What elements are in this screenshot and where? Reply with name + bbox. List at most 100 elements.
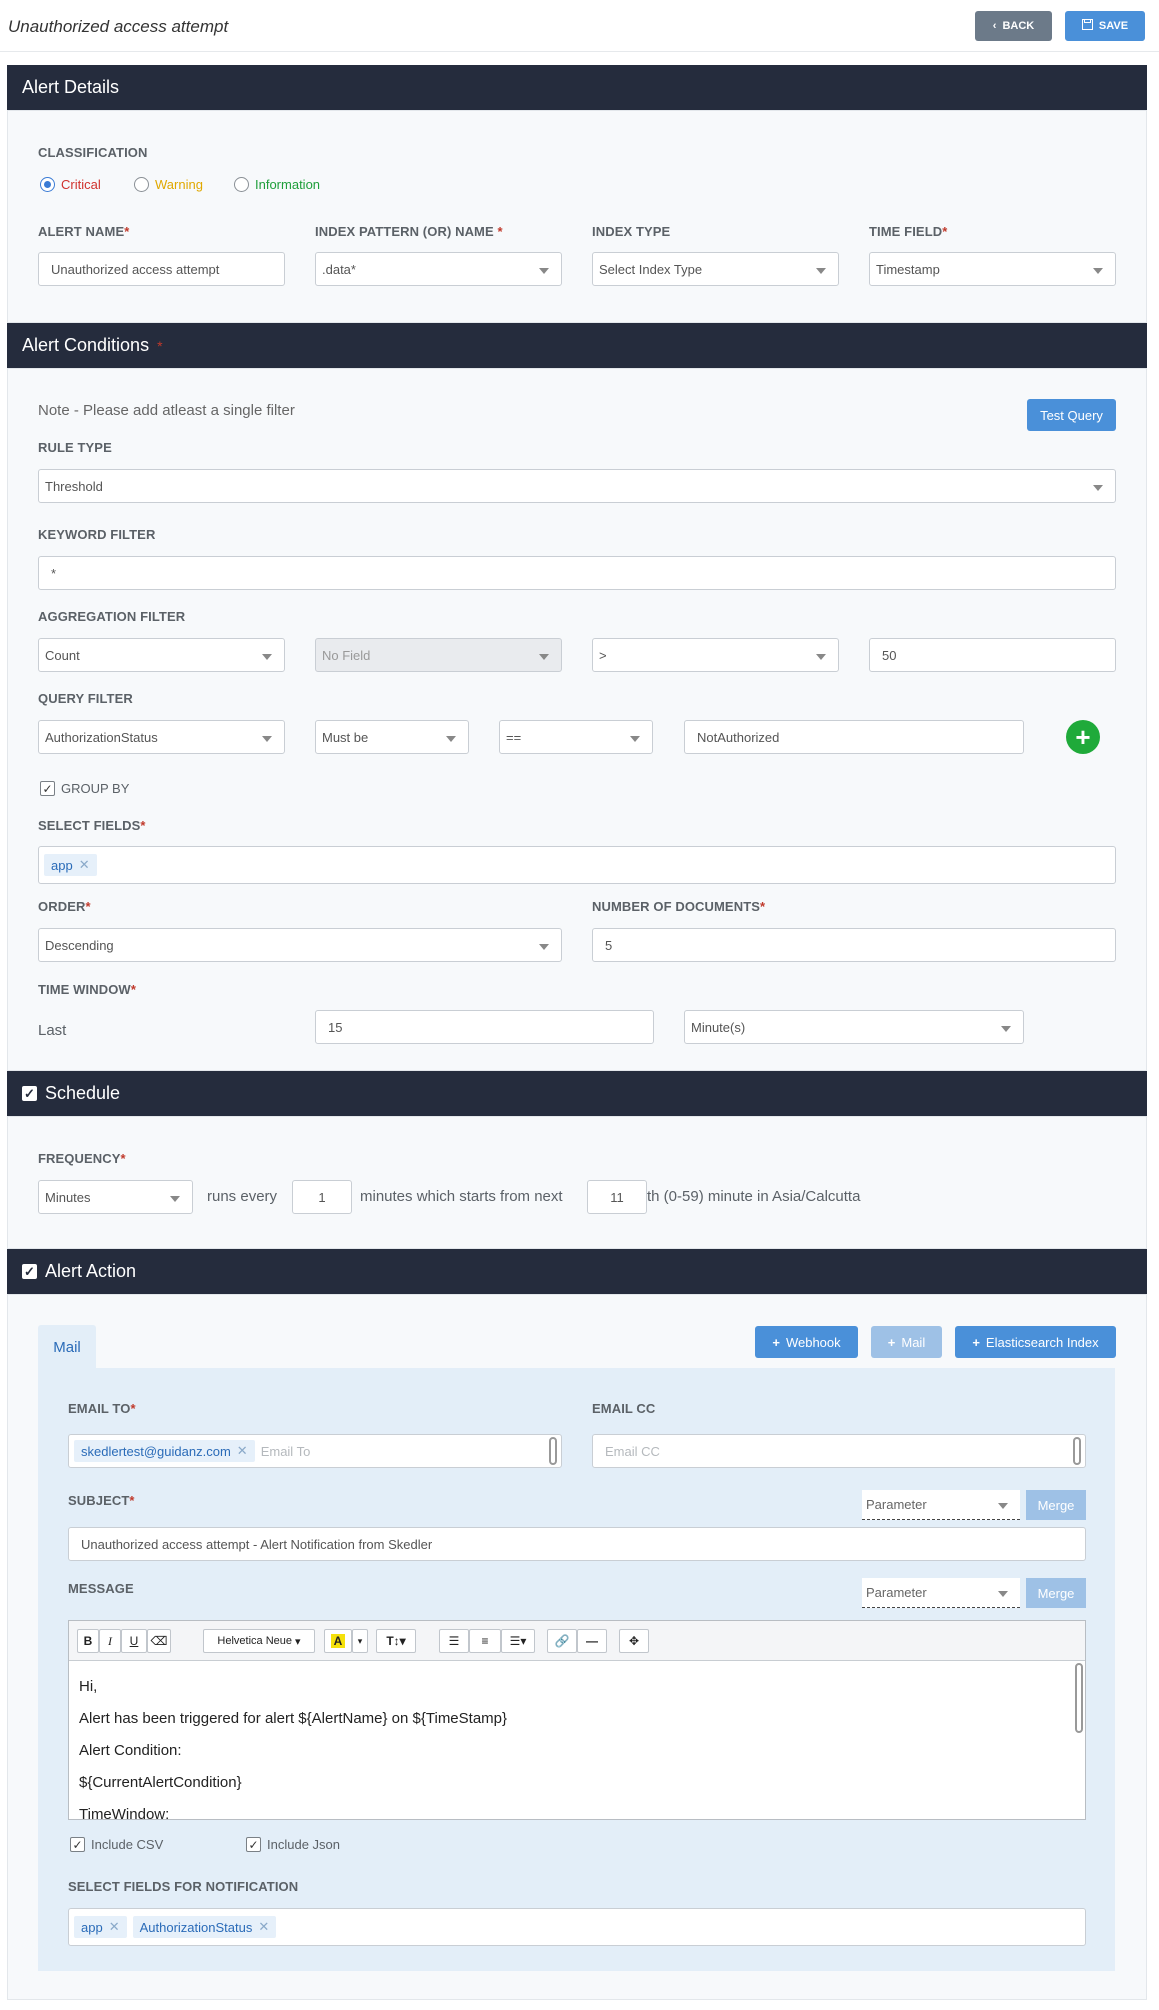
- checkbox-check-icon[interactable]: ✓: [22, 1086, 37, 1101]
- add-elasticsearch-index-button[interactable]: + Elasticsearch Index: [955, 1326, 1116, 1358]
- alert-name-label: ALERT NAME*: [38, 224, 130, 239]
- radio-warning[interactable]: Warning: [134, 177, 203, 192]
- aggregation-operator-select[interactable]: >: [592, 638, 839, 672]
- scroll-handle[interactable]: [1073, 1437, 1081, 1465]
- query-filter-label: QUERY FILTER: [38, 691, 133, 706]
- time-field-label: TIME FIELD*: [869, 224, 948, 239]
- aggregation-filter-label: AGGREGATION FILTER: [38, 609, 186, 624]
- plus-icon: +: [887, 1334, 896, 1350]
- include-json-checkbox[interactable]: ✓ Include Json: [246, 1837, 340, 1852]
- italic-icon[interactable]: I: [99, 1629, 121, 1653]
- checkbox-check-icon: ✓: [70, 1837, 85, 1852]
- starts-from-text: minutes which starts from next: [360, 1188, 563, 1205]
- query-field-select[interactable]: AuthorizationStatus: [38, 720, 285, 754]
- editor-scrollbar[interactable]: [1075, 1663, 1083, 1733]
- tab-mail[interactable]: Mail: [38, 1325, 96, 1369]
- time-field-select[interactable]: Timestamp: [869, 252, 1116, 286]
- numbered-list-icon[interactable]: ≡: [469, 1629, 501, 1653]
- message-parameter-select[interactable]: Parameter: [862, 1578, 1020, 1608]
- subject-merge-button[interactable]: Merge: [1026, 1490, 1086, 1520]
- group-by-checkbox[interactable]: ✓ GROUP BY: [40, 781, 129, 796]
- eraser-icon[interactable]: ⌫: [147, 1629, 171, 1653]
- checkbox-check-icon[interactable]: ✓: [22, 1264, 37, 1279]
- notif-fields-input[interactable]: app ✕ AuthorizationStatus ✕: [68, 1908, 1086, 1946]
- frequency-select[interactable]: Minutes: [38, 1180, 193, 1214]
- num-docs-input[interactable]: 5: [592, 928, 1116, 962]
- radio-information[interactable]: Information: [234, 177, 320, 192]
- field-tag: app ✕: [74, 1916, 127, 1938]
- select-fields-label: SELECT FIELDS*: [38, 818, 146, 833]
- radio-dot: [40, 177, 55, 192]
- alert-name-input[interactable]: Unauthorized access attempt: [38, 252, 285, 286]
- plus-icon: +: [972, 1334, 980, 1350]
- num-docs-label: NUMBER OF DOCUMENTS*: [592, 899, 766, 914]
- aggregation-function-select[interactable]: Count: [38, 638, 285, 672]
- order-select[interactable]: Descending: [38, 928, 562, 962]
- start-minute-input[interactable]: 11: [587, 1180, 647, 1214]
- aggregation-field-select: No Field: [315, 638, 562, 672]
- field-tag: AuthorizationStatus ✕: [132, 1916, 277, 1938]
- fullscreen-icon[interactable]: ✥: [619, 1629, 649, 1653]
- query-operator-select[interactable]: ==: [499, 720, 653, 754]
- index-type-select[interactable]: Select Index Type: [592, 252, 839, 286]
- back-button[interactable]: ‹ BACK: [975, 11, 1052, 41]
- font-family-select[interactable]: Helvetica Neue ▾: [203, 1629, 315, 1653]
- subject-input[interactable]: Unauthorized access attempt - Alert Noti…: [68, 1527, 1086, 1561]
- frequency-label: FREQUENCY*: [38, 1151, 126, 1166]
- alert-conditions-header: Alert Conditions *: [7, 323, 1147, 368]
- index-pattern-label: INDEX PATTERN (OR) NAME *: [315, 224, 503, 239]
- query-condition-select[interactable]: Must be: [315, 720, 469, 754]
- remove-tag-icon[interactable]: ✕: [258, 1919, 269, 1935]
- message-editor[interactable]: B I U ⌫ Helvetica Neue ▾ A ▾ T↕▾ ☰ ≡ ☰▾ …: [68, 1620, 1086, 1820]
- checkbox-check-icon: ✓: [246, 1837, 261, 1852]
- bullet-list-icon[interactable]: ☰: [439, 1629, 469, 1653]
- email-to-input[interactable]: skedlertest@guidanz.com ✕ Email To: [68, 1434, 562, 1468]
- radio-critical[interactable]: Critical: [40, 177, 101, 192]
- remove-tag-icon[interactable]: ✕: [109, 1919, 120, 1935]
- add-mail-button[interactable]: + Mail: [871, 1326, 942, 1358]
- page-title: Unauthorized access attempt: [8, 17, 229, 36]
- keyword-filter-input[interactable]: *: [38, 556, 1116, 590]
- message-body[interactable]: Hi, Alert has been triggered for alert $…: [69, 1661, 1085, 1819]
- message-label: MESSAGE: [68, 1581, 134, 1596]
- subject-parameter-select[interactable]: Parameter: [862, 1490, 1020, 1520]
- runs-every-text: runs every: [207, 1188, 278, 1205]
- select-fields-input[interactable]: app ✕: [38, 846, 1116, 884]
- rule-type-label: RULE TYPE: [38, 440, 112, 455]
- include-csv-checkbox[interactable]: ✓ Include CSV: [70, 1837, 163, 1852]
- email-cc-input[interactable]: Email CC: [592, 1434, 1086, 1468]
- underline-icon[interactable]: U: [121, 1629, 147, 1653]
- add-webhook-button[interactable]: + Webhook: [755, 1326, 858, 1358]
- aggregation-value-input[interactable]: 50: [869, 638, 1116, 672]
- test-query-button[interactable]: Test Query: [1027, 399, 1116, 431]
- query-value-input[interactable]: NotAuthorized: [684, 720, 1024, 754]
- every-value-input[interactable]: 1: [292, 1180, 352, 1214]
- scroll-handle[interactable]: [549, 1437, 557, 1465]
- add-filter-plus-icon[interactable]: +: [1066, 720, 1100, 754]
- email-tag: skedlertest@guidanz.com ✕: [74, 1440, 255, 1462]
- remove-tag-icon[interactable]: ✕: [237, 1443, 248, 1459]
- radio-dot: [134, 177, 149, 192]
- align-icon[interactable]: ☰▾: [501, 1629, 535, 1653]
- alert-action-header[interactable]: ✓ Alert Action: [7, 1249, 1147, 1294]
- rule-type-select[interactable]: Threshold: [38, 469, 1116, 503]
- save-button[interactable]: SAVE: [1065, 11, 1145, 41]
- remove-tag-icon[interactable]: ✕: [79, 857, 90, 873]
- font-size-icon[interactable]: T↕▾: [376, 1629, 416, 1653]
- time-window-input[interactable]: 15: [315, 1010, 654, 1044]
- subject-label: SUBJECT*: [68, 1493, 135, 1508]
- link-icon[interactable]: 🔗: [547, 1629, 577, 1653]
- index-pattern-select[interactable]: .data*: [315, 252, 562, 286]
- time-window-unit-select[interactable]: Minute(s): [684, 1010, 1024, 1044]
- message-merge-button[interactable]: Merge: [1026, 1578, 1086, 1608]
- bold-icon[interactable]: B: [77, 1629, 99, 1653]
- plus-icon: +: [772, 1334, 780, 1350]
- horizontal-rule-icon[interactable]: —: [577, 1629, 607, 1653]
- notif-fields-label: SELECT FIELDS FOR NOTIFICATION: [68, 1879, 299, 1894]
- time-window-label: TIME WINDOW*: [38, 982, 136, 997]
- schedule-header[interactable]: ✓ Schedule: [7, 1071, 1147, 1116]
- index-type-label: INDEX TYPE: [592, 224, 671, 239]
- time-window-prefix: Last: [38, 1022, 67, 1039]
- chevron-down-icon[interactable]: ▾: [352, 1629, 368, 1653]
- text-color-icon[interactable]: A: [324, 1629, 352, 1653]
